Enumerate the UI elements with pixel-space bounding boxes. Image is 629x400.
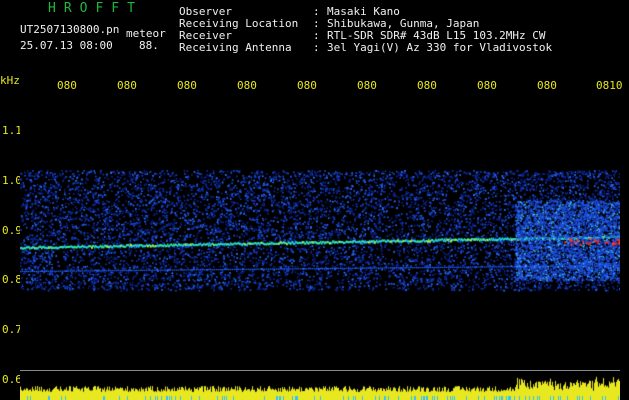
y-tick-label: 1.1 <box>2 124 22 137</box>
antenna-sep: : <box>313 41 320 54</box>
time-label: 080 <box>297 79 317 92</box>
meteor-count: 88. <box>139 39 159 52</box>
time-label: 080 <box>117 79 137 92</box>
y-tick-label: 0.6 <box>2 373 22 386</box>
baseline-divider <box>20 370 620 371</box>
location-sep: : <box>313 17 320 30</box>
app-logo: HROFFT <box>48 1 143 16</box>
y-axis-unit: kHz <box>0 74 20 87</box>
file-name: UT2507130800.pn <box>20 23 120 36</box>
observer-value: Masaki Kano <box>327 5 400 18</box>
y-tick-label: 0.9 <box>2 224 22 237</box>
location-value: Shibukawa, Gunma, Japan <box>327 17 480 30</box>
receiver-sep: : <box>313 29 320 42</box>
y-tick-label: 0.8 <box>2 273 22 286</box>
date-time: 25.07.13 08:00 <box>20 39 113 52</box>
time-label: 080 <box>537 79 557 92</box>
receiver-label: Receiver <box>179 29 232 42</box>
receiver-value: RTL-SDR SDR# 43dB L15 103.2MHz CW <box>327 29 546 42</box>
time-label: 080 <box>477 79 497 92</box>
observer-sep: : <box>313 5 320 18</box>
time-label: 080 <box>177 79 197 92</box>
y-tick-label: 0.7 <box>2 323 22 336</box>
antenna-value: 3el Yagi(V) Az 330 for Vladivostok <box>327 41 553 54</box>
observer-label: Observer <box>179 5 232 18</box>
time-label: 0810 <box>596 79 623 92</box>
time-label: 080 <box>357 79 377 92</box>
spectrogram-plot <box>20 95 620 400</box>
location-label: Receiving Location <box>179 17 299 30</box>
antenna-label: Receiving Antenna <box>179 41 292 54</box>
y-tick-label: 1.0 <box>2 174 22 187</box>
time-label: 080 <box>417 79 437 92</box>
time-label: 080 <box>57 79 77 92</box>
time-label: 080 <box>237 79 257 92</box>
meteor-tag: meteor <box>126 27 166 40</box>
